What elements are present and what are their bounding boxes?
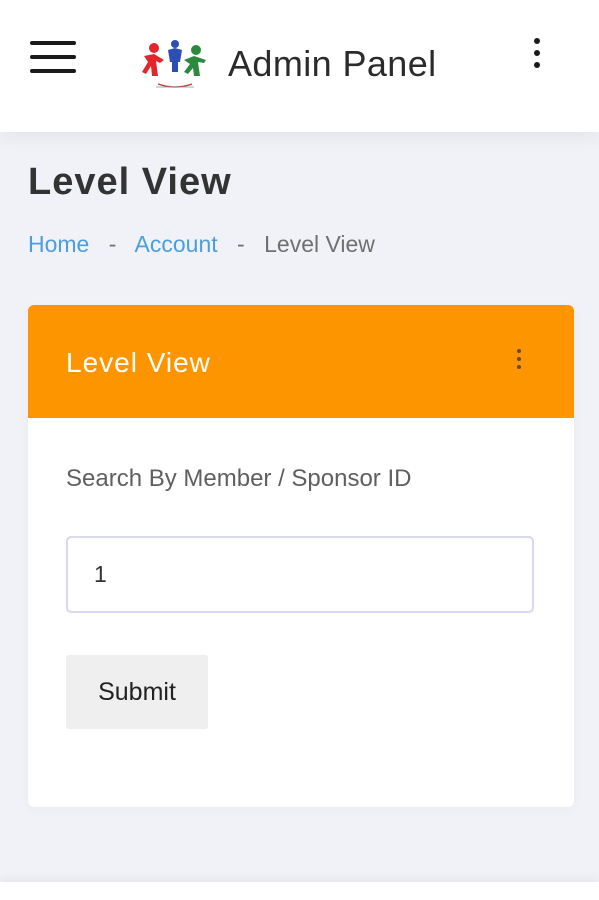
- vertical-dots-icon[interactable]: [528, 38, 546, 72]
- breadcrumb-separator: -: [237, 231, 245, 257]
- breadcrumb-separator: -: [108, 231, 117, 257]
- breadcrumb-home-link[interactable]: Home: [28, 231, 89, 257]
- people-logo-icon: [142, 40, 206, 88]
- page-title: Level View: [28, 161, 232, 203]
- submit-button[interactable]: Submit: [66, 655, 208, 729]
- search-label: Search By Member / Sponsor ID: [66, 465, 412, 492]
- hamburger-menu-icon[interactable]: [30, 40, 76, 76]
- card-title: Level View: [66, 347, 211, 378]
- breadcrumb-current: Level View: [264, 231, 375, 257]
- level-view-card: Level View Search By Member / Sponsor ID…: [28, 305, 574, 807]
- card-header: Level View: [28, 305, 574, 418]
- footer: [0, 882, 599, 900]
- member-sponsor-id-input[interactable]: [66, 536, 534, 613]
- card-vertical-dots-icon[interactable]: [514, 349, 524, 371]
- breadcrumb: Home - Account - Level View: [28, 228, 375, 260]
- brand-title: Admin Panel: [228, 43, 437, 84]
- top-navbar: Admin Panel: [0, 0, 599, 132]
- breadcrumb-account-link[interactable]: Account: [135, 231, 218, 257]
